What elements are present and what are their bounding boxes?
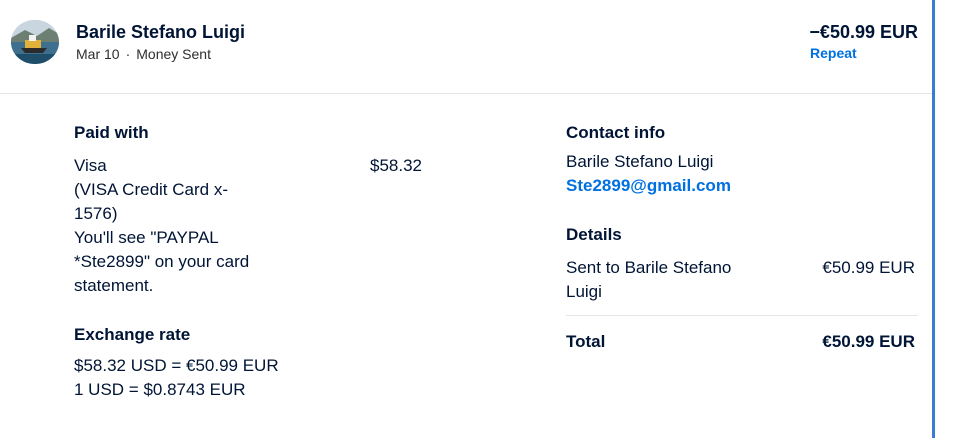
transaction-amount: −€50.99 EUR xyxy=(809,22,918,42)
repeat-link[interactable]: Repeat xyxy=(810,45,857,61)
total-amount: €50.99 EUR xyxy=(822,332,915,351)
details-title: Details xyxy=(566,225,622,244)
transaction-date: Mar 10 xyxy=(76,46,120,62)
details-divider xyxy=(566,315,918,316)
card-description-line2: 1576) xyxy=(74,204,118,223)
merchant-name: Barile Stefano Luigi xyxy=(76,22,246,42)
payment-method: Visa xyxy=(74,156,107,175)
exchange-rate-block: $58.32 USD = €50.99 EUR 1 USD = $0.8743 … xyxy=(74,354,279,402)
sent-to-block: Sent to Barile Stefano Luigi xyxy=(566,256,786,304)
total-label: Total xyxy=(566,332,606,351)
card-description-line1: (VISA Credit Card x- xyxy=(74,180,228,199)
exchange-rate-line1: $58.32 USD = €50.99 EUR xyxy=(74,356,279,375)
transaction-detail-card: Barile Stefano Luigi Mar 10 · Money Sent −… xyxy=(0,0,935,438)
contact-info-title: Contact info xyxy=(566,123,666,142)
separator-dot: · xyxy=(125,46,131,62)
statement-note-line1: You'll see "PAYPAL xyxy=(74,228,219,247)
statement-note-line2: *Ste2899" on your card xyxy=(74,252,250,271)
sent-to-line2: Luigi xyxy=(566,282,602,301)
transaction-type: Money Sent xyxy=(136,46,211,62)
sent-amount: €50.99 EUR xyxy=(822,258,915,277)
contact-block: Barile Stefano Luigi Ste2899@gmail.com xyxy=(566,150,731,198)
payment-method-block: Visa (VISA Credit Card x- 1576) You'll s… xyxy=(74,154,304,298)
paid-with-title: Paid with xyxy=(74,123,149,142)
transaction-subtitle: Mar 10 · Money Sent xyxy=(76,46,211,62)
contact-email-link[interactable]: Ste2899@gmail.com xyxy=(566,176,731,195)
exchange-rate-title: Exchange rate xyxy=(74,325,191,344)
merchant-avatar xyxy=(11,20,59,64)
statement-note-line3: statement. xyxy=(74,276,154,295)
transaction-header[interactable]: Barile Stefano Luigi Mar 10 · Money Sent −… xyxy=(0,0,932,94)
sent-to-line1: Sent to Barile Stefano xyxy=(566,258,732,277)
exchange-rate-line2: 1 USD = $0.8743 EUR xyxy=(74,380,246,399)
paid-amount: $58.32 xyxy=(370,156,422,175)
contact-name: Barile Stefano Luigi xyxy=(566,152,714,171)
page-margin xyxy=(938,0,957,438)
boat-photo-icon xyxy=(11,20,59,64)
